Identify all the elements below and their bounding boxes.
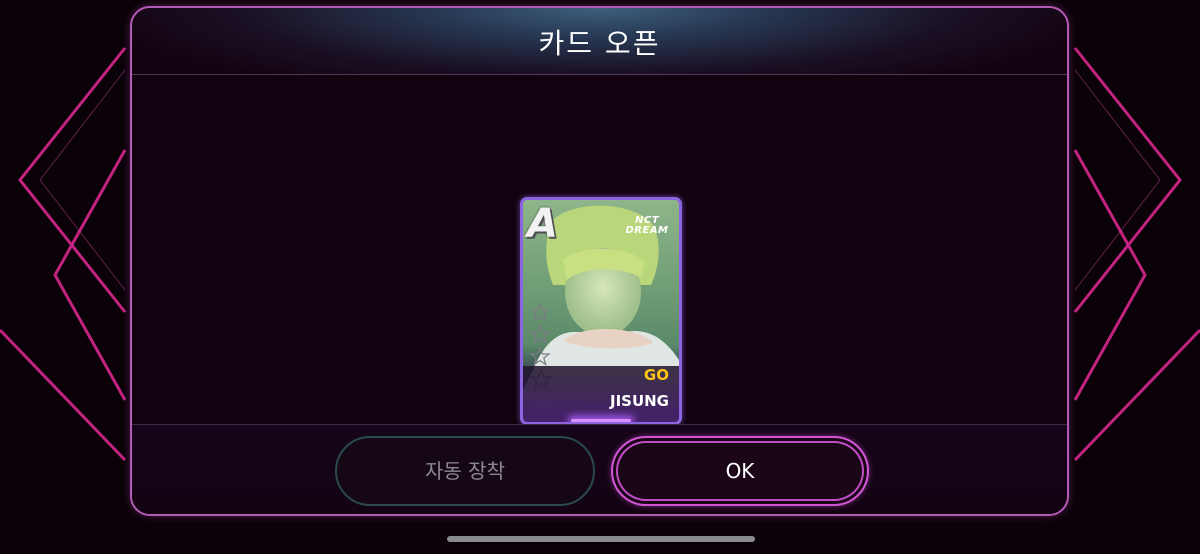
ok-button[interactable]: OK (611, 436, 869, 506)
star-icon (529, 324, 551, 344)
card-bottom-glow (571, 419, 631, 422)
home-indicator[interactable] (447, 536, 755, 542)
star-icon (529, 302, 551, 322)
star-icon (529, 346, 551, 366)
dialog-footer (132, 424, 1067, 514)
group-logo: NCT DREAM (625, 215, 669, 236)
dialog-content: A NCT DREAM GO JISUNG (132, 75, 1067, 425)
card-member-name: JISUNG (609, 392, 669, 410)
card-group-name: GO (643, 366, 669, 384)
dialog-title: 카드 오픈 (538, 27, 661, 60)
member-card[interactable]: A NCT DREAM GO JISUNG (520, 197, 682, 425)
dialog-header: 카드 오픈 (132, 8, 1067, 75)
card-rank: A (527, 201, 558, 247)
auto-equip-button[interactable]: 자동 장착 (335, 436, 595, 506)
card-open-dialog: 카드 오픈 A NCT DREAM GO JISUNG 자동 장착 OK (130, 6, 1069, 516)
